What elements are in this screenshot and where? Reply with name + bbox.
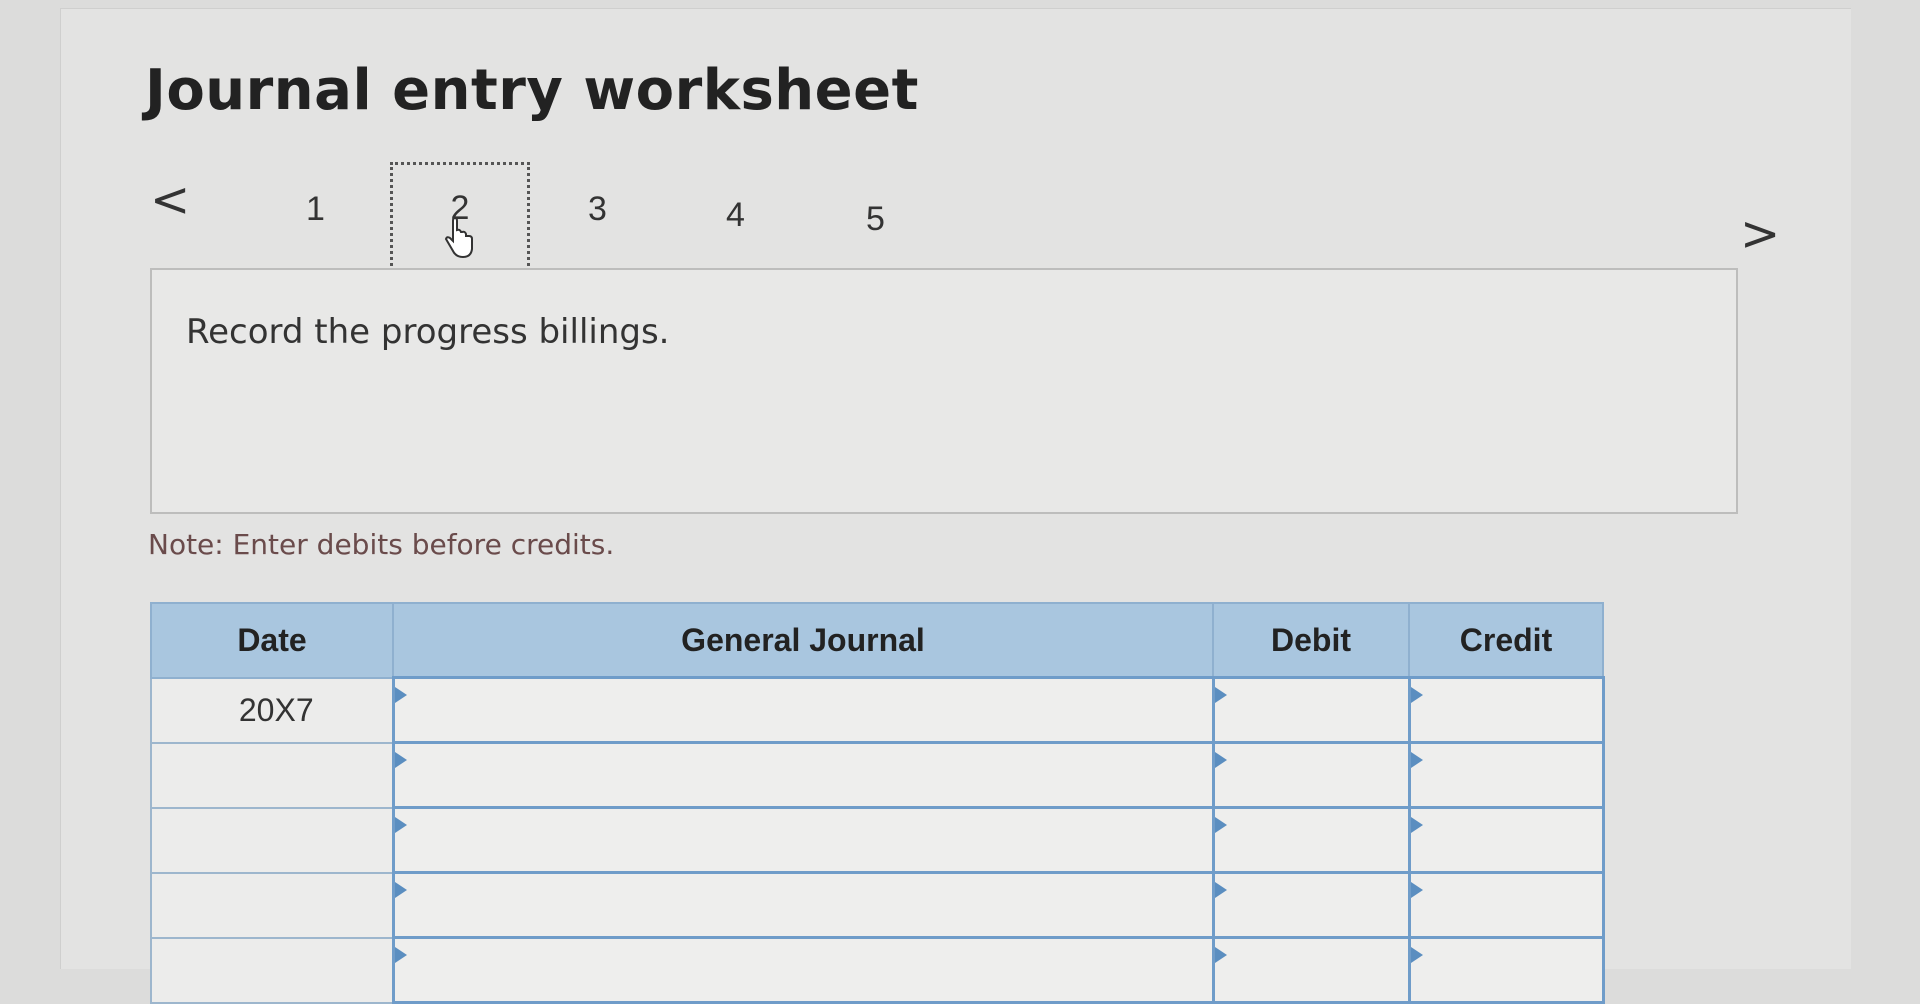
step-4-tab[interactable]: 4 bbox=[726, 196, 745, 235]
dropdown-marker-icon bbox=[1410, 687, 1423, 703]
step-5-tab[interactable]: 5 bbox=[866, 200, 885, 239]
dropdown-marker-icon bbox=[1214, 687, 1227, 703]
dropdown-marker-icon bbox=[1214, 882, 1227, 898]
general-journal-header: General Journal bbox=[392, 602, 1214, 679]
dropdown-marker-icon bbox=[1410, 752, 1423, 768]
account-input[interactable] bbox=[391, 741, 1215, 809]
step-1-tab[interactable]: 1 bbox=[306, 190, 325, 229]
dropdown-marker-icon bbox=[394, 882, 407, 898]
credit-input[interactable] bbox=[1407, 741, 1605, 809]
debit-input[interactable] bbox=[1211, 741, 1411, 809]
date-cell: 20X7 bbox=[150, 676, 394, 744]
step-3-tab[interactable]: 3 bbox=[588, 190, 607, 229]
date-header: Date bbox=[150, 602, 394, 679]
note-text: Note: Enter debits before credits. bbox=[148, 528, 615, 561]
debit-input[interactable] bbox=[1211, 676, 1411, 744]
page-title: Journal entry worksheet bbox=[145, 58, 919, 123]
account-input[interactable] bbox=[391, 676, 1215, 744]
credit-header: Credit bbox=[1408, 602, 1604, 679]
account-input[interactable] bbox=[391, 871, 1215, 939]
date-cell bbox=[150, 871, 394, 939]
credit-input[interactable] bbox=[1407, 871, 1605, 939]
journal-table: Date General Journal Debit Credit 20X7 bbox=[150, 602, 1605, 1004]
dropdown-marker-icon bbox=[394, 687, 407, 703]
table-row bbox=[150, 806, 1605, 874]
dropdown-marker-icon bbox=[1214, 752, 1227, 768]
hand-pointer-icon bbox=[444, 217, 473, 259]
dropdown-marker-icon bbox=[394, 752, 407, 768]
date-cell bbox=[150, 806, 394, 874]
account-input[interactable] bbox=[391, 936, 1215, 1004]
chevron-left-icon[interactable]: < bbox=[150, 176, 190, 224]
date-cell bbox=[150, 936, 394, 1004]
credit-input[interactable] bbox=[1407, 936, 1605, 1004]
table-row bbox=[150, 871, 1605, 939]
dropdown-marker-icon bbox=[1214, 817, 1227, 833]
chevron-right-icon[interactable]: > bbox=[1740, 210, 1780, 258]
dropdown-marker-icon bbox=[394, 817, 407, 833]
credit-input[interactable] bbox=[1407, 806, 1605, 874]
step-2-tab[interactable]: 2 bbox=[390, 162, 530, 272]
table-row bbox=[150, 741, 1605, 809]
table-header-row: Date General Journal Debit Credit bbox=[150, 602, 1604, 679]
instruction-box bbox=[150, 268, 1738, 514]
credit-input[interactable] bbox=[1407, 676, 1605, 744]
date-cell bbox=[150, 741, 394, 809]
debit-input[interactable] bbox=[1211, 806, 1411, 874]
table-row bbox=[150, 936, 1605, 1004]
dropdown-marker-icon bbox=[1410, 817, 1423, 833]
dropdown-marker-icon bbox=[1410, 882, 1423, 898]
account-input[interactable] bbox=[391, 806, 1215, 874]
debit-header: Debit bbox=[1212, 602, 1410, 679]
debit-input[interactable] bbox=[1211, 936, 1411, 1004]
debit-input[interactable] bbox=[1211, 871, 1411, 939]
instruction-text: Record the progress billings. bbox=[186, 312, 670, 352]
table-row: 20X7 bbox=[150, 676, 1605, 744]
